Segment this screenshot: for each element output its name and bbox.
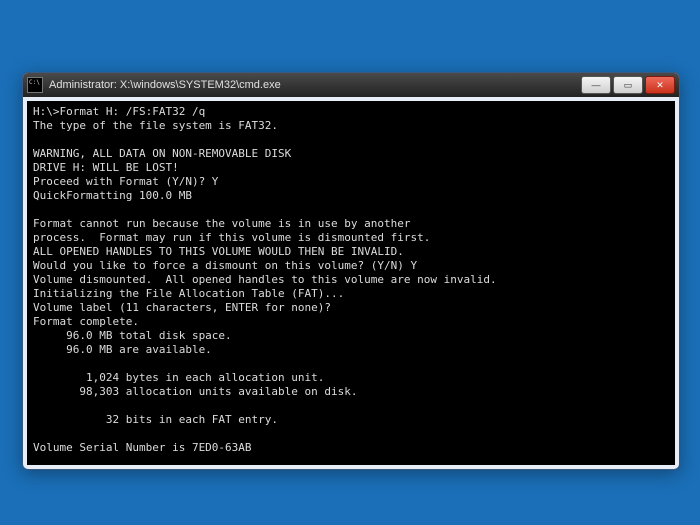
- minimize-button[interactable]: —: [581, 76, 611, 94]
- cmd-window: Administrator: X:\windows\SYSTEM32\cmd.e…: [22, 72, 680, 470]
- window-title: Administrator: X:\windows\SYSTEM32\cmd.e…: [49, 79, 581, 91]
- window-buttons: — ▭ ✕: [581, 76, 675, 94]
- maximize-button[interactable]: ▭: [613, 76, 643, 94]
- titlebar[interactable]: Administrator: X:\windows\SYSTEM32\cmd.e…: [23, 73, 679, 97]
- terminal-output[interactable]: H:\>Format H: /FS:FAT32 /q The type of t…: [27, 101, 675, 465]
- close-button[interactable]: ✕: [645, 76, 675, 94]
- cmd-icon: [27, 77, 43, 93]
